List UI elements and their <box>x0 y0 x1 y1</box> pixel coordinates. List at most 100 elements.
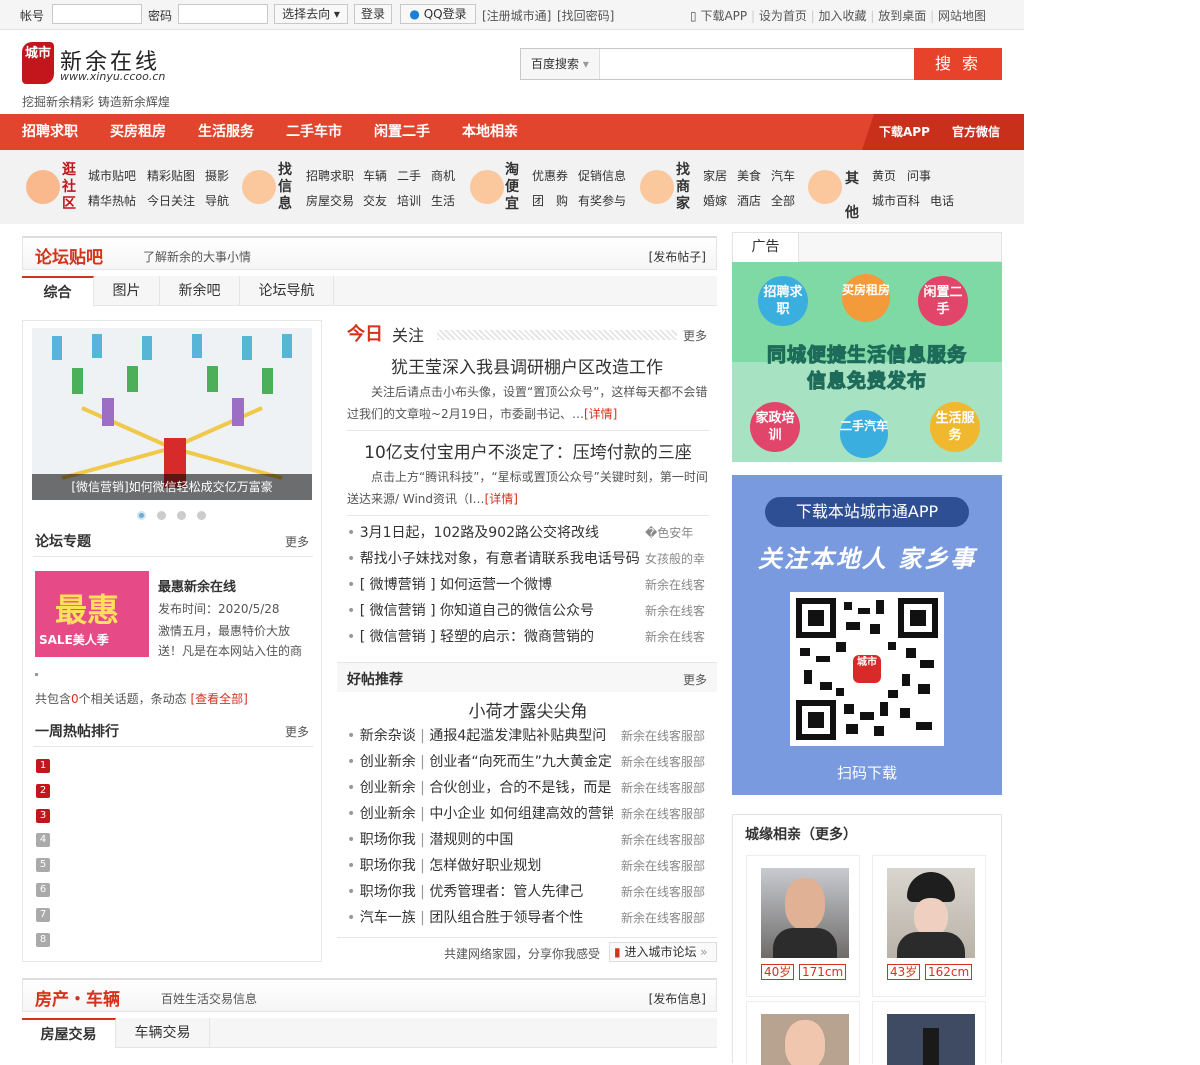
search-engine-select[interactable]: 百度搜索 ▾ <box>521 49 600 79</box>
nav-dating[interactable]: 本地相亲 <box>462 114 518 150</box>
category-link[interactable]: 优惠券 <box>532 167 568 184</box>
category-link[interactable]: 城市贴吧 <box>88 167 136 184</box>
desktop-link[interactable]: 放到桌面 <box>878 9 926 23</box>
publish-post-link[interactable]: [发布帖子] <box>649 248 706 265</box>
topic-more-link[interactable]: 更多 <box>285 533 309 550</box>
nav-official-wechat[interactable]: 官方微信 <box>952 114 1000 150</box>
news-item[interactable]: • [ 微信营销 ] 轻塑的启示：微商营销的 <box>347 626 639 646</box>
category-link[interactable]: 车辆 <box>363 167 387 184</box>
recommend-category[interactable]: 创业新余 <box>360 806 416 822</box>
dating-card[interactable] <box>746 1001 860 1065</box>
category-link[interactable]: 交友 <box>363 192 387 209</box>
category-link[interactable]: 二手 <box>397 167 421 184</box>
slide-dot[interactable] <box>197 511 206 520</box>
category-link[interactable]: 培训 <box>397 192 421 209</box>
topic-promo-image[interactable]: 最惠 SALE美人季 <box>35 571 149 657</box>
login-button[interactable]: 登录 <box>354 4 392 24</box>
nav-housing[interactable]: 买房租房 <box>110 114 166 150</box>
recommend-item[interactable]: • 职场你我 | 优秀管理者：管人先律己 <box>347 881 613 901</box>
recommend-item[interactable]: • 职场你我 | 潜规则的中国 <box>347 829 613 849</box>
article-headline[interactable]: 犹王莹深入我县调研棚户区改造工作 <box>347 353 707 378</box>
search-input[interactable] <box>601 49 913 79</box>
category-link[interactable]: 电话 <box>930 192 954 209</box>
slide-dot[interactable] <box>137 511 146 520</box>
slide-dot[interactable] <box>157 511 166 520</box>
qr-code[interactable]: 城市 <box>790 592 944 746</box>
today-more-link[interactable]: 更多 <box>683 327 707 344</box>
category-link[interactable]: 精彩贴图 <box>147 167 195 184</box>
category-link[interactable]: 房屋交易 <box>306 192 354 209</box>
ad-banner-app[interactable]: 下载本站城市通APP 关注本地人 家乡事 城市 扫码下载 <box>732 475 1002 795</box>
nav-download-app[interactable]: 下载APP <box>879 114 930 150</box>
nav-jobs[interactable]: 招聘求职 <box>22 114 78 150</box>
recommend-category[interactable]: 职场你我 <box>360 832 416 848</box>
qq-login-button[interactable]: ● QQ登录 <box>400 4 476 24</box>
recommend-item[interactable]: • 创业新余 | 合伙创业，合的不是钱，而是 <box>347 777 613 797</box>
view-all-link[interactable]: [查看全部] <box>191 692 248 706</box>
download-app-link[interactable]: 下载APP <box>700 9 747 23</box>
dating-title[interactable]: 城缘相亲（更多） <box>745 824 857 844</box>
category-link[interactable]: 精华热帖 <box>88 192 136 209</box>
tab-vehicle-trade[interactable]: 车辆交易 <box>116 1018 210 1048</box>
account-input[interactable] <box>52 4 142 24</box>
news-item[interactable]: • [ 微博营销 ] 如何运营一个微博 <box>347 574 639 594</box>
news-item[interactable]: • 帮找小子妹找对象，有意者请联系我电话号码 <box>347 548 639 568</box>
category-link[interactable]: 汽车 <box>771 167 795 184</box>
recommend-item[interactable]: • 职场你我 | 怎样做好职业规划 <box>347 855 613 875</box>
sitemap-link[interactable]: 网站地图 <box>938 9 986 23</box>
nav-services[interactable]: 生活服务 <box>198 114 254 150</box>
nav-used-cars[interactable]: 二手车市 <box>286 114 342 150</box>
category-link[interactable]: 商机 <box>431 167 455 184</box>
category-link[interactable]: 有奖参与 <box>578 192 626 209</box>
dating-card[interactable]: 40岁 171cm <box>746 855 860 997</box>
recover-password-link[interactable]: [找回密码] <box>557 7 614 24</box>
recommend-category[interactable]: 职场你我 <box>360 884 416 900</box>
category-link[interactable]: 城市百科 <box>872 192 920 209</box>
category-link[interactable]: 生活 <box>431 192 455 209</box>
article-headline[interactable]: 10亿支付宝用户不淡定了：压垮付款的三座 <box>347 438 709 463</box>
recommend-headline[interactable]: 小荷才露尖尖角 <box>347 697 709 722</box>
tab-forum-nav[interactable]: 论坛导航 <box>240 276 334 306</box>
recommend-item[interactable]: • 新余杂谈 | 通报4起滥发津贴补贴典型问 <box>347 725 613 745</box>
tab-xinyu-bar[interactable]: 新余吧 <box>160 276 240 306</box>
publish-info-link[interactable]: [发布信息] <box>649 990 706 1007</box>
slide-dot[interactable] <box>177 511 186 520</box>
category-link[interactable]: 导航 <box>205 192 229 209</box>
recommend-item[interactable]: • 汽车一族 | 团队组合胜于领导者个性 <box>347 907 613 927</box>
category-link[interactable]: 黄页 <box>872 167 896 184</box>
add-favorite-link[interactable]: 加入收藏 <box>819 9 867 23</box>
enter-forum-button[interactable]: ▮ 进入城市论坛 » <box>609 942 717 962</box>
slide-caption[interactable]: [微信营销]如何微信轻松成交亿万富豪 <box>32 474 312 500</box>
nav-second-hand[interactable]: 闲置二手 <box>374 114 430 150</box>
weekly-more-link[interactable]: 更多 <box>285 723 309 740</box>
tab-housing-trade[interactable]: 房屋交易 <box>22 1018 116 1048</box>
recommend-category[interactable]: 创业新余 <box>360 780 416 796</box>
register-link[interactable]: [注册城市通] <box>482 7 551 24</box>
destination-select[interactable]: 选择去向 ▾ <box>274 4 348 24</box>
tab-pictures[interactable]: 图片 <box>94 276 160 306</box>
logo-badge[interactable]: 城市 <box>22 42 54 84</box>
news-item[interactable]: • 3月1日起，102路及902路公交将改线 <box>347 522 639 542</box>
category-link[interactable]: 问事 <box>907 167 931 184</box>
search-button[interactable]: 搜 索 <box>914 48 1002 80</box>
category-link[interactable]: 今日关注 <box>147 192 195 209</box>
news-item[interactable]: • [ 微信营销 ] 你知道自己的微信公众号 <box>347 600 639 620</box>
category-link[interactable]: 招聘求职 <box>306 167 354 184</box>
tab-general[interactable]: 综合 <box>22 276 94 306</box>
category-link[interactable]: 酒店 <box>737 192 761 209</box>
recommend-category[interactable]: 职场你我 <box>360 858 416 874</box>
category-link[interactable]: 婚嫁 <box>703 192 727 209</box>
article-detail-link[interactable]: [详情] <box>485 492 518 506</box>
category-link[interactable]: 促销信息 <box>578 167 626 184</box>
category-link[interactable]: 美食 <box>737 167 761 184</box>
category-link[interactable]: 家居 <box>703 167 727 184</box>
set-homepage-link[interactable]: 设为首页 <box>759 9 807 23</box>
slideshow[interactable]: [微信营销]如何微信轻松成交亿万富豪 <box>32 328 312 500</box>
category-link[interactable]: 全部 <box>771 192 795 209</box>
recommend-category[interactable]: 汽车一族 <box>360 910 416 926</box>
article-detail-link[interactable]: [详情] <box>584 407 617 421</box>
recommend-item[interactable]: • 创业新余 | 中小企业 如何组建高效的营销 <box>347 803 613 823</box>
topic-name[interactable]: 最惠新余在线 <box>158 576 236 595</box>
category-link[interactable]: 购 <box>556 192 568 209</box>
recommend-category[interactable]: 新余杂谈 <box>360 728 416 744</box>
